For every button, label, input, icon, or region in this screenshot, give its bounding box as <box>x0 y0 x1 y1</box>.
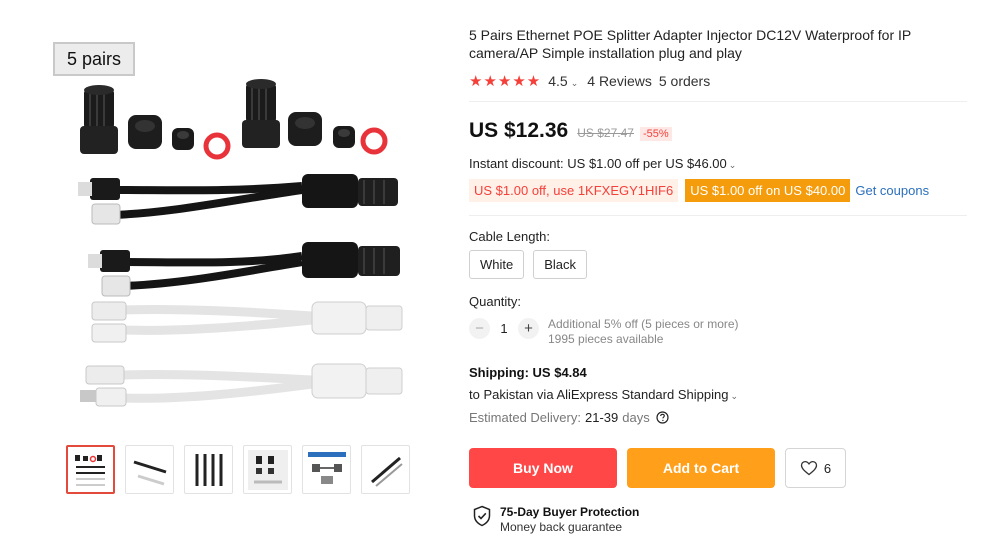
estimated-delivery-days: 21-39 <box>584 410 619 425</box>
main-product-image[interactable] <box>52 40 422 432</box>
waterproof-parts <box>80 79 388 160</box>
diagram-thumbnail-icon <box>307 451 346 484</box>
cable-length-label: Cable Length: <box>469 229 550 244</box>
quantity-label: Quantity: <box>469 294 522 309</box>
chevron-down-icon: ⌄ <box>730 391 738 401</box>
coupon-row: US $1.00 off, use 1KFXEGY1HIF6 US $1.00 … <box>469 179 929 202</box>
stock-available: 1995 pieces available <box>548 332 664 346</box>
estimated-delivery: Estimated Delivery: 21-39 days <box>469 410 669 425</box>
store-coupon-badge[interactable]: US $1.00 off on US $40.00 <box>685 179 851 202</box>
current-price: US $12.36 <box>469 119 569 142</box>
quantity-info: Additional 5% off (5 pieces or more) 199… <box>548 317 739 347</box>
estimated-delivery-unit: days <box>622 410 650 425</box>
cable-length-options: White Black <box>469 250 588 279</box>
thumbnail-5[interactable] <box>302 445 351 494</box>
reviews-link[interactable]: 4 Reviews <box>587 73 652 89</box>
orders-count: 5 orders <box>658 73 711 89</box>
original-price: US $27.47 <box>577 126 634 140</box>
rating-row: ★★★★★ 4.5 ⌄ 4 Reviews 5 orders <box>469 72 710 90</box>
quantity-stepper: − 1 + <box>469 318 539 339</box>
instant-discount[interactable]: Instant discount: US $1.00 off per US $4… <box>469 156 736 171</box>
thumbnail-1[interactable] <box>66 445 115 494</box>
instant-discount-text: Instant discount: US $1.00 off per US $4… <box>469 156 727 171</box>
thumbnail-6[interactable] <box>361 445 410 494</box>
white-splitter-cable-1 <box>91 301 403 343</box>
white-splitter-cable-2 <box>80 363 403 407</box>
buyer-protection: 75-Day Buyer Protection Money back guara… <box>472 505 639 535</box>
cable-angle-thumbnail-icon <box>133 460 166 485</box>
black-splitter-cable-2 <box>88 242 400 297</box>
cables-vertical-thumbnail-icon <box>195 453 222 486</box>
heart-icon <box>800 460 818 476</box>
estimated-delivery-label: Estimated Delivery: <box>469 410 581 425</box>
option-white[interactable]: White <box>469 250 525 279</box>
protection-title: 75-Day Buyer Protection <box>500 505 640 519</box>
discount-badge: -55% <box>639 127 672 141</box>
rating-stars-icon: ★★★★★ <box>469 73 542 90</box>
product-title: 5 Pairs Ethernet POE Splitter Adapter In… <box>469 27 911 61</box>
thumbnail-4[interactable] <box>243 445 292 494</box>
bulk-discount-text: Additional 5% off (5 pieces or more) <box>548 317 739 331</box>
parts-thumbnail-icon <box>247 449 288 490</box>
thumbnail-3[interactable] <box>184 445 233 494</box>
add-to-cart-button[interactable]: Add to Cart <box>627 448 775 488</box>
shipping-method-text: to Pakistan via AliExpress Standard Ship… <box>469 387 729 402</box>
buy-now-button[interactable]: Buy Now <box>469 448 617 488</box>
wishlist-count: 6 <box>823 460 832 476</box>
poe-splitter-photo <box>78 79 403 407</box>
protection-subtitle: Money back guarantee <box>500 520 623 534</box>
cable-diagonal-thumbnail-icon <box>370 456 403 487</box>
shipping-method[interactable]: to Pakistan via AliExpress Standard Ship… <box>469 387 738 402</box>
cables-thumbnail-icon <box>74 454 105 486</box>
wishlist-button[interactable]: 6 <box>785 448 846 488</box>
thumbnail-2[interactable] <box>125 445 174 494</box>
shipping-price: Shipping: US $4.84 <box>469 365 587 380</box>
get-coupons-link[interactable]: Get coupons <box>855 183 929 198</box>
quantity-minus-button[interactable]: − <box>469 318 490 339</box>
option-black[interactable]: Black <box>533 250 588 279</box>
rating-score: 4.5 <box>548 73 568 89</box>
pack-size-tag: 5 pairs <box>53 42 135 76</box>
chevron-down-icon: ⌄ <box>728 160 737 170</box>
help-icon[interactable] <box>656 411 669 424</box>
black-splitter-cable-1 <box>78 174 398 225</box>
coupon-code-badge[interactable]: US $1.00 off, use 1KFXEGY1HIF6 <box>469 179 679 202</box>
price-row: US $12.36 US $27.47 -55% <box>469 119 672 143</box>
quantity-plus-button[interactable]: + <box>518 318 539 339</box>
shield-check-icon <box>473 505 491 527</box>
product-gallery: 5 pairs <box>52 40 422 500</box>
divider <box>469 101 967 102</box>
chevron-down-icon: ⌄ <box>570 78 579 88</box>
thumbnail-strip <box>66 445 410 494</box>
rating-value[interactable]: 4.5 ⌄ <box>548 73 578 89</box>
divider <box>469 215 967 216</box>
quantity-value[interactable]: 1 <box>490 321 518 336</box>
